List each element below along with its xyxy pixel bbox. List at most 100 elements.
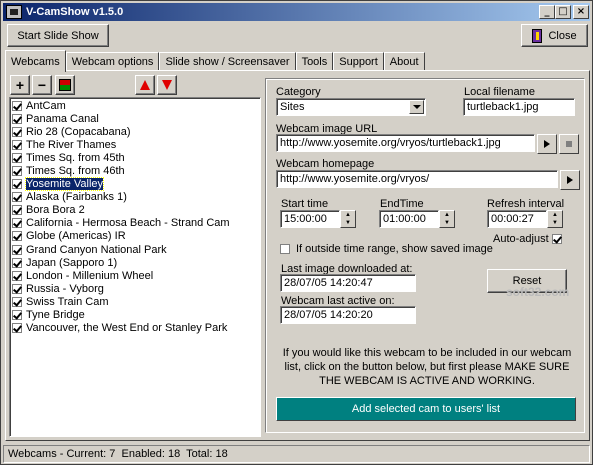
list-item[interactable]: The River Thames	[10, 138, 260, 151]
tab-label: Webcams	[11, 55, 60, 68]
tab-about[interactable]: About	[383, 52, 425, 71]
auto-adjust-label: Auto-adjust	[493, 233, 549, 245]
outside-range-label: If outside time range, show saved image	[296, 243, 493, 255]
webcam-enabled-checkbox[interactable]	[12, 310, 22, 321]
category-value: Sites	[280, 101, 305, 113]
webcam-name: AntCam	[26, 99, 66, 112]
start-slide-show-button[interactable]: Start Slide Show	[7, 24, 109, 47]
open-homepage-button[interactable]	[560, 170, 580, 190]
chevron-down-icon[interactable]	[409, 100, 424, 114]
list-item[interactable]: California - Hermosa Beach - Strand Cam	[10, 217, 260, 230]
auto-adjust-checkbox[interactable]	[552, 234, 562, 244]
start-time-field[interactable]: 15:00:00	[280, 210, 340, 228]
tab-label: About	[389, 56, 419, 68]
start-time-spinner[interactable]: ▲ ▼	[340, 210, 356, 228]
list-item[interactable]: Globe (Americas) IR	[10, 230, 260, 243]
end-time-field[interactable]: 01:00:00	[379, 210, 439, 228]
webcam-enabled-checkbox[interactable]	[12, 166, 22, 177]
move-up-button[interactable]	[135, 75, 155, 95]
webcam-enabled-checkbox[interactable]	[12, 323, 22, 334]
homepage-label: Webcam homepage	[276, 158, 375, 170]
main-window: V-CamShow v1.5.0 _ □ × Start Slide Show …	[0, 0, 593, 465]
tab-webcam-options[interactable]: Webcam options	[65, 52, 160, 71]
tab-label: Webcam options	[71, 56, 154, 68]
webcam-enabled-checkbox[interactable]	[12, 126, 22, 137]
webcam-list[interactable]: AntCam Panama Canal Rio 28 (Copacabana) The…	[9, 97, 261, 437]
webcam-enabled-checkbox[interactable]	[12, 270, 22, 281]
local-filename-field[interactable]: turtleback1.jpg	[463, 98, 575, 116]
close-button[interactable]: Close	[521, 24, 588, 47]
end-time-spinner[interactable]: ▲ ▼	[439, 210, 455, 228]
add-webcam-button[interactable]: +	[10, 75, 30, 95]
maximize-button[interactable]: □	[555, 5, 571, 19]
refresh-interval-spinner[interactable]: ▲ ▼	[547, 210, 563, 228]
webcam-enabled-checkbox[interactable]	[12, 100, 22, 111]
list-item[interactable]: Bora Bora 2	[10, 204, 260, 217]
list-item[interactable]: AntCam	[10, 99, 260, 112]
start-time-label: Start time	[281, 198, 329, 210]
play-icon	[544, 140, 550, 148]
list-item[interactable]: Russia - Vyborg	[10, 282, 260, 295]
webcam-enabled-checkbox[interactable]	[12, 257, 22, 268]
webcam-name: Alaska (Fairbanks 1)	[26, 191, 127, 204]
webcam-enabled-checkbox[interactable]	[12, 192, 22, 203]
spin-up-icon[interactable]: ▲	[341, 211, 355, 219]
spin-up-icon[interactable]: ▲	[548, 211, 562, 219]
homepage-field[interactable]: http://www.yosemite.org/vryos/	[276, 170, 558, 188]
webcam-enabled-checkbox[interactable]	[12, 283, 22, 294]
webcam-enabled-checkbox[interactable]	[12, 244, 22, 255]
sort-webcams-button[interactable]	[55, 75, 75, 95]
minimize-button[interactable]: _	[539, 5, 555, 19]
spin-down-icon[interactable]: ▼	[440, 219, 454, 227]
webcam-name: Times Sq. from 45th	[26, 151, 125, 164]
move-down-button[interactable]	[157, 75, 177, 95]
webcam-enabled-checkbox[interactable]	[12, 231, 22, 242]
list-item[interactable]: Times Sq. from 45th	[10, 151, 260, 164]
list-item[interactable]: Tyne Bridge	[10, 309, 260, 322]
stop-button[interactable]	[559, 134, 579, 154]
add-to-users-list-button[interactable]: Add selected cam to users' list	[276, 397, 576, 421]
sort-list-icon	[59, 79, 71, 91]
list-item[interactable]: Swiss Train Cam	[10, 295, 260, 308]
app-camera-icon	[6, 5, 22, 19]
outside-range-checkbox[interactable]	[280, 244, 290, 254]
list-item[interactable]: Alaska (Fairbanks 1)	[10, 191, 260, 204]
status-text: Webcams - Current: 7 Enabled: 18 Total: …	[8, 448, 228, 460]
refresh-interval-field[interactable]: 00:00:27	[487, 210, 547, 228]
list-item[interactable]: Yosemite Valley	[10, 177, 260, 192]
webcam-enabled-checkbox[interactable]	[12, 296, 22, 307]
spin-down-icon[interactable]: ▼	[548, 219, 562, 227]
title-bar[interactable]: V-CamShow v1.5.0 _ □ ×	[3, 3, 590, 21]
list-item[interactable]: London - Millenium Wheel	[10, 269, 260, 282]
category-select[interactable]: Sites	[276, 98, 426, 116]
list-item[interactable]: Grand Canyon National Park	[10, 243, 260, 256]
tab-support[interactable]: Support	[333, 52, 384, 71]
list-item[interactable]: Rio 28 (Copacabana)	[10, 125, 260, 138]
webcam-name: Swiss Train Cam	[26, 295, 109, 308]
list-item[interactable]: Panama Canal	[10, 112, 260, 125]
webcam-enabled-checkbox[interactable]	[12, 152, 22, 163]
webcam-enabled-checkbox[interactable]	[12, 113, 22, 124]
local-filename-label: Local filename	[464, 86, 535, 98]
spin-down-icon[interactable]: ▼	[341, 219, 355, 227]
remove-webcam-button[interactable]: −	[32, 75, 52, 95]
tab-strip: Webcams Webcam options Slide show / Scre…	[5, 50, 425, 72]
webcam-enabled-checkbox[interactable]	[12, 218, 22, 229]
close-window-button[interactable]: ×	[573, 5, 589, 19]
image-url-field[interactable]: http://www.yosemite.org/vryos/turtleback…	[276, 134, 535, 152]
category-label: Category	[276, 86, 321, 98]
tab-tools[interactable]: Tools	[295, 52, 334, 71]
webcam-enabled-checkbox[interactable]	[12, 139, 22, 150]
spin-up-icon[interactable]: ▲	[440, 211, 454, 219]
tab-webcams[interactable]: Webcams	[5, 50, 66, 72]
test-image-url-button[interactable]	[537, 134, 557, 154]
webcam-enabled-checkbox[interactable]	[12, 179, 22, 190]
list-item[interactable]: Japan (Sapporo 1)	[10, 256, 260, 269]
webcam-enabled-checkbox[interactable]	[12, 205, 22, 216]
watermark: soft32.com	[506, 285, 570, 299]
list-item[interactable]: Vancouver, the West End or Stanley Park	[10, 322, 260, 335]
tab-slide-show-screensaver[interactable]: Slide show / Screensaver	[159, 52, 296, 71]
webcam-name: Bora Bora 2	[26, 204, 85, 217]
start-slide-show-label: Start Slide Show	[17, 29, 99, 42]
list-item[interactable]: Times Sq. from 46th	[10, 164, 260, 177]
